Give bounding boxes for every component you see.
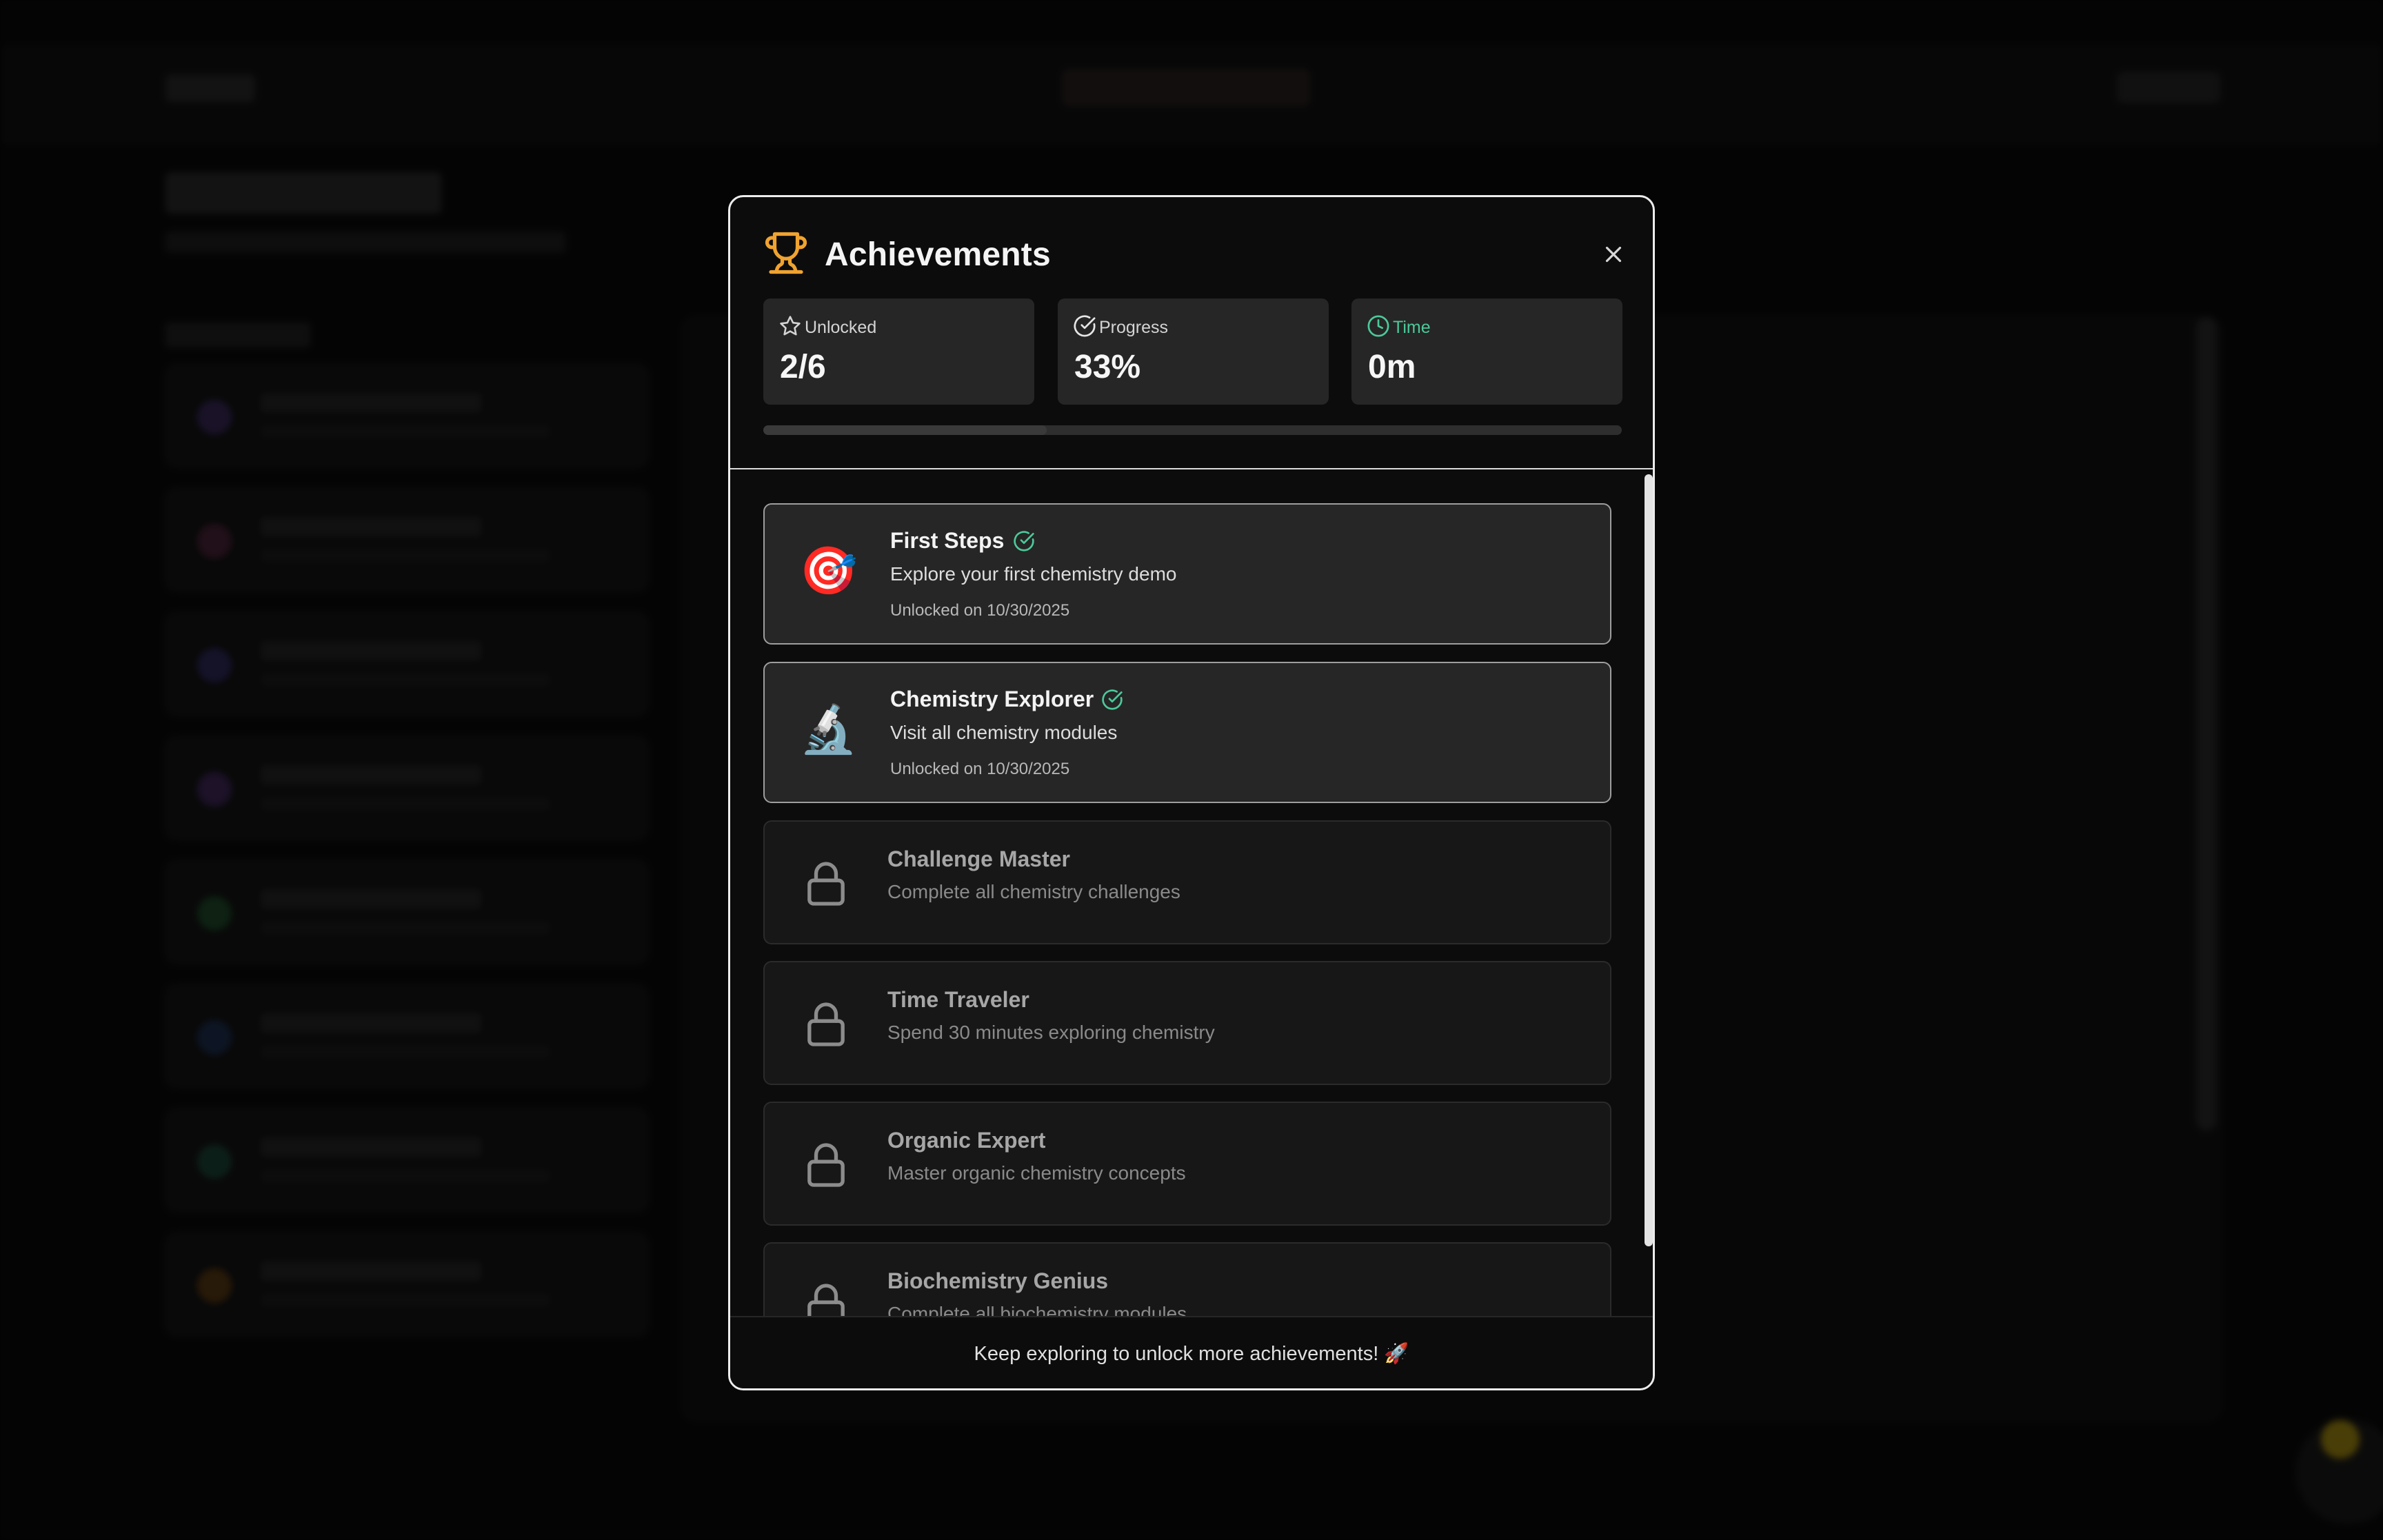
achievement-title: Chemistry Explorer (890, 687, 1094, 711)
achievement-title: Time Traveler (887, 987, 1029, 1012)
modal-title: Achievements (825, 236, 1051, 273)
stat-value: 0m (1368, 349, 1416, 385)
lock-icon (807, 1002, 845, 1046)
achievement-card-first-steps: 🎯 First Steps Explore your first chemist… (763, 503, 1611, 645)
star-icon (780, 316, 801, 336)
footer-message: Keep exploring to unlock more achievemen… (974, 1343, 1409, 1365)
check-circle-icon (1074, 315, 1096, 337)
stat-label: Unlocked (805, 318, 877, 337)
stat-label: Time (1393, 318, 1431, 337)
achievement-card-biochemistry-genius: Biochemistry Genius Complete all biochem… (763, 1242, 1611, 1320)
check-circle-icon (1102, 689, 1123, 710)
achievement-description: Visit all chemistry modules (890, 722, 1118, 743)
achievement-card-organic-expert: Organic Expert Master organic chemistry … (763, 1102, 1611, 1226)
achievement-progress-bar (763, 425, 1622, 435)
stat-value: 2/6 (780, 349, 826, 385)
stat-value: 33% (1074, 349, 1141, 385)
stat-card-unlocked: Unlocked 2/6 (763, 298, 1034, 405)
stat-card-time: Time 0m (1351, 298, 1622, 405)
achievement-card-challenge-master: Challenge Master Complete all chemistry … (763, 820, 1611, 944)
progress-bar-fill (763, 425, 1047, 435)
achievement-title: Biochemistry Genius (887, 1268, 1109, 1293)
modal-header: Achievements Unlocked 2/6 Progress 33% T… (730, 197, 1653, 469)
scrollbar[interactable] (1645, 474, 1653, 1246)
achievement-description: Complete all chemistry challenges (887, 881, 1180, 902)
achievement-card-chemistry-explorer: 🔬 Chemistry Explorer Visit all chemistry… (763, 662, 1611, 803)
achievements-modal: Achievements Unlocked 2/6 Progress 33% T… (728, 195, 1655, 1390)
stat-label: Progress (1099, 318, 1169, 337)
lock-icon (807, 862, 845, 906)
microscope-icon: 🔬 (799, 703, 858, 756)
achievement-description: Explore your first chemistry demo (890, 563, 1177, 585)
stat-card-progress: Progress 33% (1058, 298, 1329, 405)
close-icon[interactable] (1600, 241, 1627, 267)
achievement-card-time-traveler: Time Traveler Spend 30 minutes exploring… (763, 961, 1611, 1085)
achievement-description: Master organic chemistry concepts (887, 1162, 1186, 1184)
clock-icon (1367, 315, 1389, 337)
achievement-description: Spend 30 minutes exploring chemistry (887, 1022, 1215, 1043)
achievement-unlocked-date: Unlocked on 10/30/2025 (890, 601, 1070, 620)
lock-icon (807, 1143, 845, 1187)
trophy-icon (765, 232, 807, 274)
achievement-unlocked-date: Unlocked on 10/30/2025 (890, 760, 1070, 778)
dart-target-icon: 🎯 (799, 545, 858, 597)
achievement-title: First Steps (890, 528, 1005, 553)
achievement-title: Challenge Master (887, 847, 1070, 871)
modal-footer: Keep exploring to unlock more achievemen… (730, 1316, 1653, 1388)
lock-icon (807, 1284, 845, 1320)
check-circle-icon (1014, 531, 1034, 551)
achievement-title: Organic Expert (887, 1128, 1046, 1153)
achievements-list[interactable]: 🎯 First Steps Explore your first chemist… (730, 471, 1653, 1320)
